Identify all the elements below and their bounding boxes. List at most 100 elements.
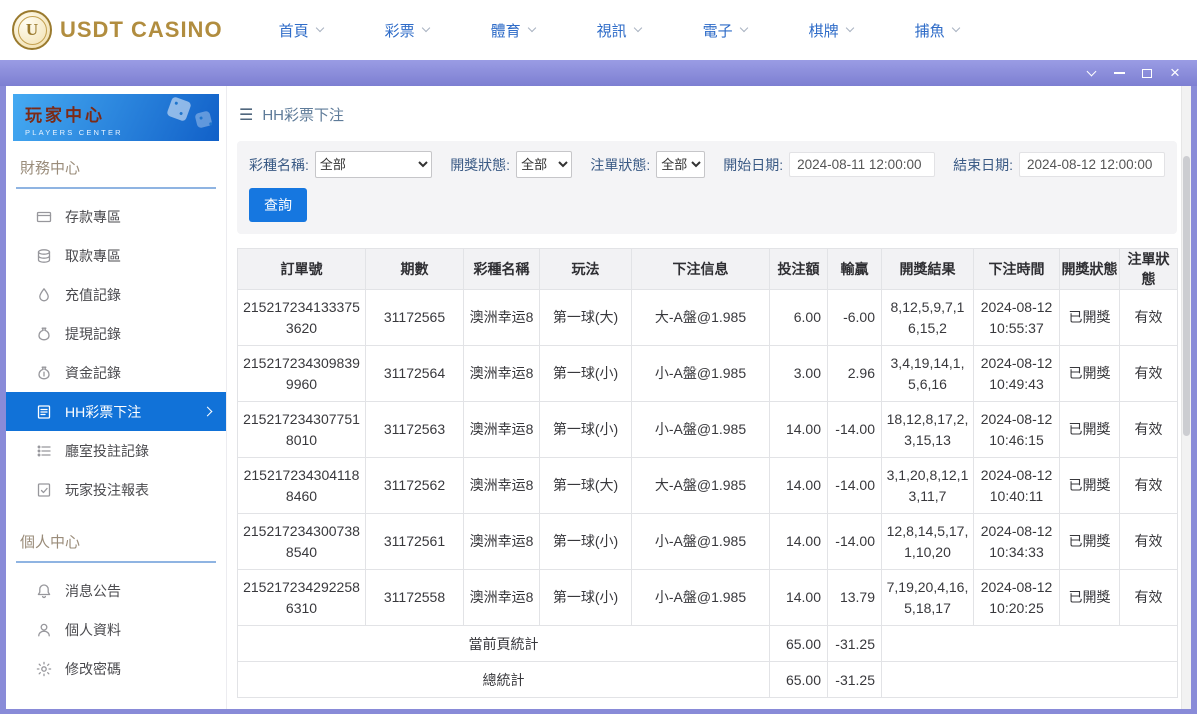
- nav-item-live-video[interactable]: 視訊: [597, 20, 641, 41]
- table-cell: -6.00: [828, 290, 882, 346]
- summary-empty: [882, 626, 1178, 662]
- sidebar-subtitle: PLAYERS CENTER: [25, 128, 219, 137]
- filter-label-end-date: 結束日期:: [953, 155, 1013, 175]
- sidebar-item-hall-bet-record[interactable]: 廳室投註記錄: [6, 431, 226, 470]
- summary-label: 當前頁統計: [238, 626, 770, 662]
- table-cell: 12,8,14,5,17,1,10,20: [882, 514, 974, 570]
- table-cell: 31172561: [366, 514, 464, 570]
- window-collapse-button[interactable]: [1077, 60, 1105, 86]
- list-icon: [36, 443, 52, 459]
- sidebar-item-funds-record[interactable]: 資金記錄: [6, 353, 226, 392]
- table-cell: 2024-08-12 10:34:33: [974, 514, 1060, 570]
- chevron-down-icon: [527, 24, 535, 32]
- summary-empty: [882, 662, 1178, 698]
- section-title-finance: 財務中心: [16, 153, 216, 189]
- section-title-agent: 代理中心: [16, 706, 216, 709]
- nav-item-home[interactable]: 首頁: [279, 20, 323, 41]
- table-header: 輸贏: [828, 249, 882, 290]
- table-row: 215217234304118846031172562澳洲幸运8第一球(大)大-…: [238, 458, 1178, 514]
- table-cell: 3.00: [770, 346, 828, 402]
- sidebar-item-label: 玩家投注報表: [65, 480, 149, 500]
- summary-label: 總統計: [238, 662, 770, 698]
- sidebar-item-recharge-record[interactable]: 充值記錄: [6, 275, 226, 314]
- table-cell: 14.00: [770, 458, 828, 514]
- table-cell: 已開獎: [1060, 290, 1120, 346]
- end-date-input[interactable]: [1019, 152, 1165, 177]
- personal-menu: 消息公告 個人資料 修改密碼: [6, 571, 226, 688]
- lottery-select[interactable]: 全部: [315, 151, 432, 178]
- sidebar-item-deposit[interactable]: 存款專區: [6, 197, 226, 236]
- money-bag-icon: [36, 326, 52, 342]
- summary-bet-total: 65.00: [770, 626, 828, 662]
- table-cell: 澳洲幸运8: [464, 570, 540, 626]
- nav-item-board-games[interactable]: 棋牌: [809, 20, 853, 41]
- sidebar-item-label: 資金記錄: [65, 363, 121, 383]
- table-cell: -14.00: [828, 514, 882, 570]
- chevron-down-icon: [1086, 66, 1096, 76]
- window-titlebar: ×: [0, 60, 1197, 86]
- filter-label-lottery: 彩種名稱:: [249, 155, 309, 175]
- summary-winloss-total: -31.25: [828, 626, 882, 662]
- sidebar-item-label: 存款專區: [65, 207, 121, 227]
- sidebar-item-hh-lottery-bets[interactable]: HH彩票下注: [6, 392, 226, 431]
- table-row: 215217234300738854031172561澳洲幸运8第一球(小)小-…: [238, 514, 1178, 570]
- window-close-button[interactable]: ×: [1161, 60, 1189, 86]
- table-cell: 已開獎: [1060, 514, 1120, 570]
- close-icon: ×: [1170, 64, 1180, 81]
- table-cell: 小-A盤@1.985: [632, 570, 770, 626]
- filter-label-order-status: 注單狀態:: [590, 155, 650, 175]
- table-cell: -14.00: [828, 402, 882, 458]
- draw-status-select[interactable]: 全部: [516, 151, 572, 178]
- scrollbar-thumb[interactable]: [1183, 156, 1190, 436]
- maximize-icon: [1142, 69, 1152, 78]
- table-header: 下注時間: [974, 249, 1060, 290]
- table-cell: 2024-08-12 10:20:25: [974, 570, 1060, 626]
- menu-icon[interactable]: ☰: [239, 105, 253, 125]
- table-cell: 已開獎: [1060, 346, 1120, 402]
- table-header: 開獎狀態: [1060, 249, 1120, 290]
- sidebar-item-announcements[interactable]: 消息公告: [6, 571, 226, 610]
- sidebar-item-player-bet-report[interactable]: 玩家投注報表: [6, 470, 226, 509]
- bets-table: 訂單號 期數 彩種名稱 玩法 下注信息 投注額 輸贏 開獎結果 下注時間 開獎狀…: [237, 248, 1178, 698]
- sidebar-item-profile[interactable]: 個人資料: [6, 610, 226, 649]
- nav-item-sports[interactable]: 體育: [491, 20, 535, 41]
- sidebar-item-change-password[interactable]: 修改密碼: [6, 649, 226, 688]
- scrollbar-track[interactable]: [1181, 86, 1191, 709]
- table-header-row: 訂單號 期數 彩種名稱 玩法 下注信息 投注額 輸贏 開獎結果 下注時間 開獎狀…: [238, 249, 1178, 290]
- sidebar-item-label: 提現記錄: [65, 324, 121, 344]
- table-cell: 31172558: [366, 570, 464, 626]
- window-minimize-button[interactable]: [1105, 60, 1133, 86]
- table-header: 下注信息: [632, 249, 770, 290]
- table-cell: 澳洲幸运8: [464, 290, 540, 346]
- breadcrumb: ☰ HH彩票下注: [237, 86, 1177, 141]
- sidebar-item-withdraw[interactable]: 取款專區: [6, 236, 226, 275]
- table-cell: 澳洲幸运8: [464, 402, 540, 458]
- table-cell: 大-A盤@1.985: [632, 290, 770, 346]
- sidebar-item-label: 取款專區: [65, 246, 121, 266]
- filter-row: 彩種名稱: 全部 開獎狀態: 全部 注單狀態: 全部 開始日期: 結束日期:: [249, 151, 1165, 178]
- table-row: 215217234307751801031172563澳洲幸运8第一球(小)小-…: [238, 402, 1178, 458]
- nav-label: 電子: [703, 20, 733, 41]
- nav-item-lottery[interactable]: 彩票: [385, 20, 429, 41]
- nav-item-fishing[interactable]: 捕魚: [915, 20, 959, 41]
- table-row: 215217234133375362031172565澳洲幸运8第一球(大)大-…: [238, 290, 1178, 346]
- table-header: 玩法: [540, 249, 632, 290]
- table-header: 投注額: [770, 249, 828, 290]
- sidebar-item-withdraw-record[interactable]: 提現記錄: [6, 314, 226, 353]
- table-header: 開獎結果: [882, 249, 974, 290]
- logo-letter: U: [18, 16, 47, 45]
- window-maximize-button[interactable]: [1133, 60, 1161, 86]
- table-cell: 2024-08-12 10:40:11: [974, 458, 1060, 514]
- start-date-input[interactable]: [789, 152, 935, 177]
- finance-menu: 存款專區 取款專區 充值記錄 提現記錄 資金記錄 HH彩票下注: [6, 197, 226, 509]
- nav-label: 體育: [491, 20, 521, 41]
- table-cell: 有效: [1120, 514, 1178, 570]
- nav-label: 捕魚: [915, 20, 945, 41]
- nav-item-slots[interactable]: 電子: [703, 20, 747, 41]
- summary-row-current-page: 當前頁統計 65.00 -31.25: [238, 626, 1178, 662]
- order-status-select[interactable]: 全部: [656, 151, 705, 178]
- chevron-down-icon: [739, 24, 747, 32]
- person-icon: [36, 622, 52, 638]
- logo[interactable]: U USDT CASINO: [12, 10, 223, 50]
- search-button[interactable]: 查詢: [249, 188, 307, 222]
